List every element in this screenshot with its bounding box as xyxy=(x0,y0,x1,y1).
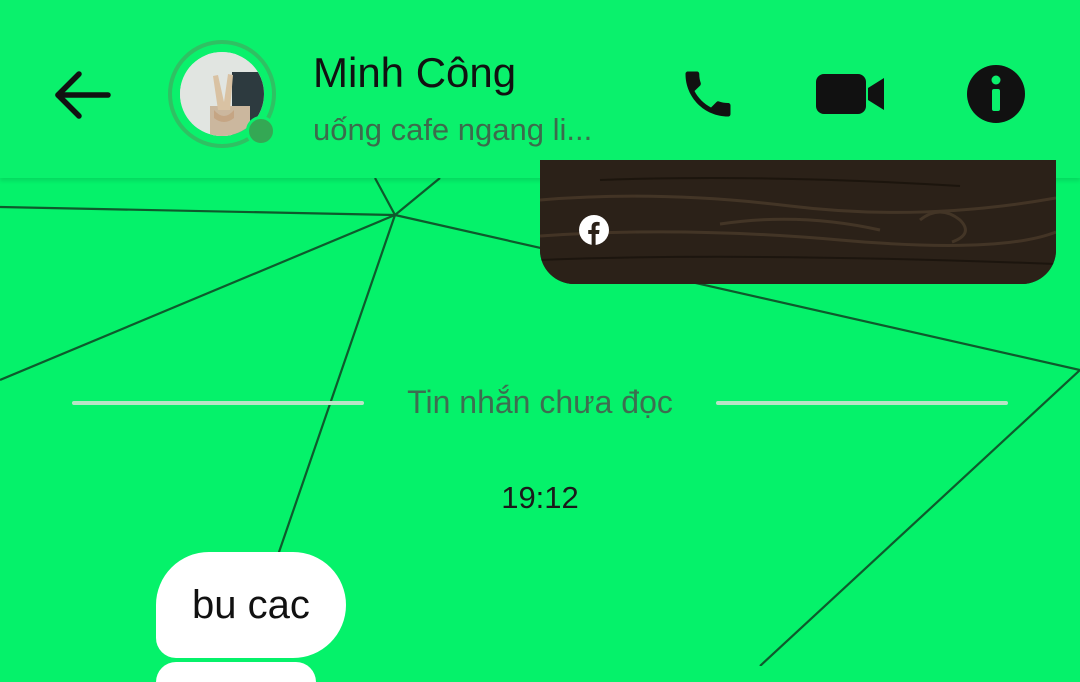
video-call-button[interactable] xyxy=(814,58,886,130)
shared-media-message[interactable] xyxy=(540,160,1056,284)
video-camera-icon xyxy=(816,74,884,114)
arrow-left-icon xyxy=(55,71,111,119)
contact-status-text: uống cafe ngang li... xyxy=(313,112,593,147)
unread-divider-line-right xyxy=(716,401,1008,405)
unread-divider-line-left xyxy=(72,401,364,405)
contact-name[interactable]: Minh Công xyxy=(313,48,516,98)
voice-call-button[interactable] xyxy=(672,58,744,130)
media-preview-image xyxy=(540,160,1056,284)
contact-avatar-button[interactable] xyxy=(168,40,276,148)
message-timestamp: 19:12 xyxy=(501,480,579,515)
next-message-bubble-partial[interactable] xyxy=(156,662,316,682)
unread-divider-label: Tin nhắn chưa đọc xyxy=(407,384,673,420)
facebook-icon xyxy=(579,215,609,245)
message-text: bu cac xyxy=(192,582,310,627)
online-status-dot xyxy=(246,116,276,146)
back-button[interactable] xyxy=(48,62,118,128)
phone-icon xyxy=(685,71,731,117)
info-icon xyxy=(967,65,1025,123)
conversation-header: Minh Công uống cafe ngang li... xyxy=(0,0,1080,178)
conversation-info-button[interactable] xyxy=(960,58,1032,130)
incoming-message-bubble[interactable]: bu cac xyxy=(156,552,346,658)
